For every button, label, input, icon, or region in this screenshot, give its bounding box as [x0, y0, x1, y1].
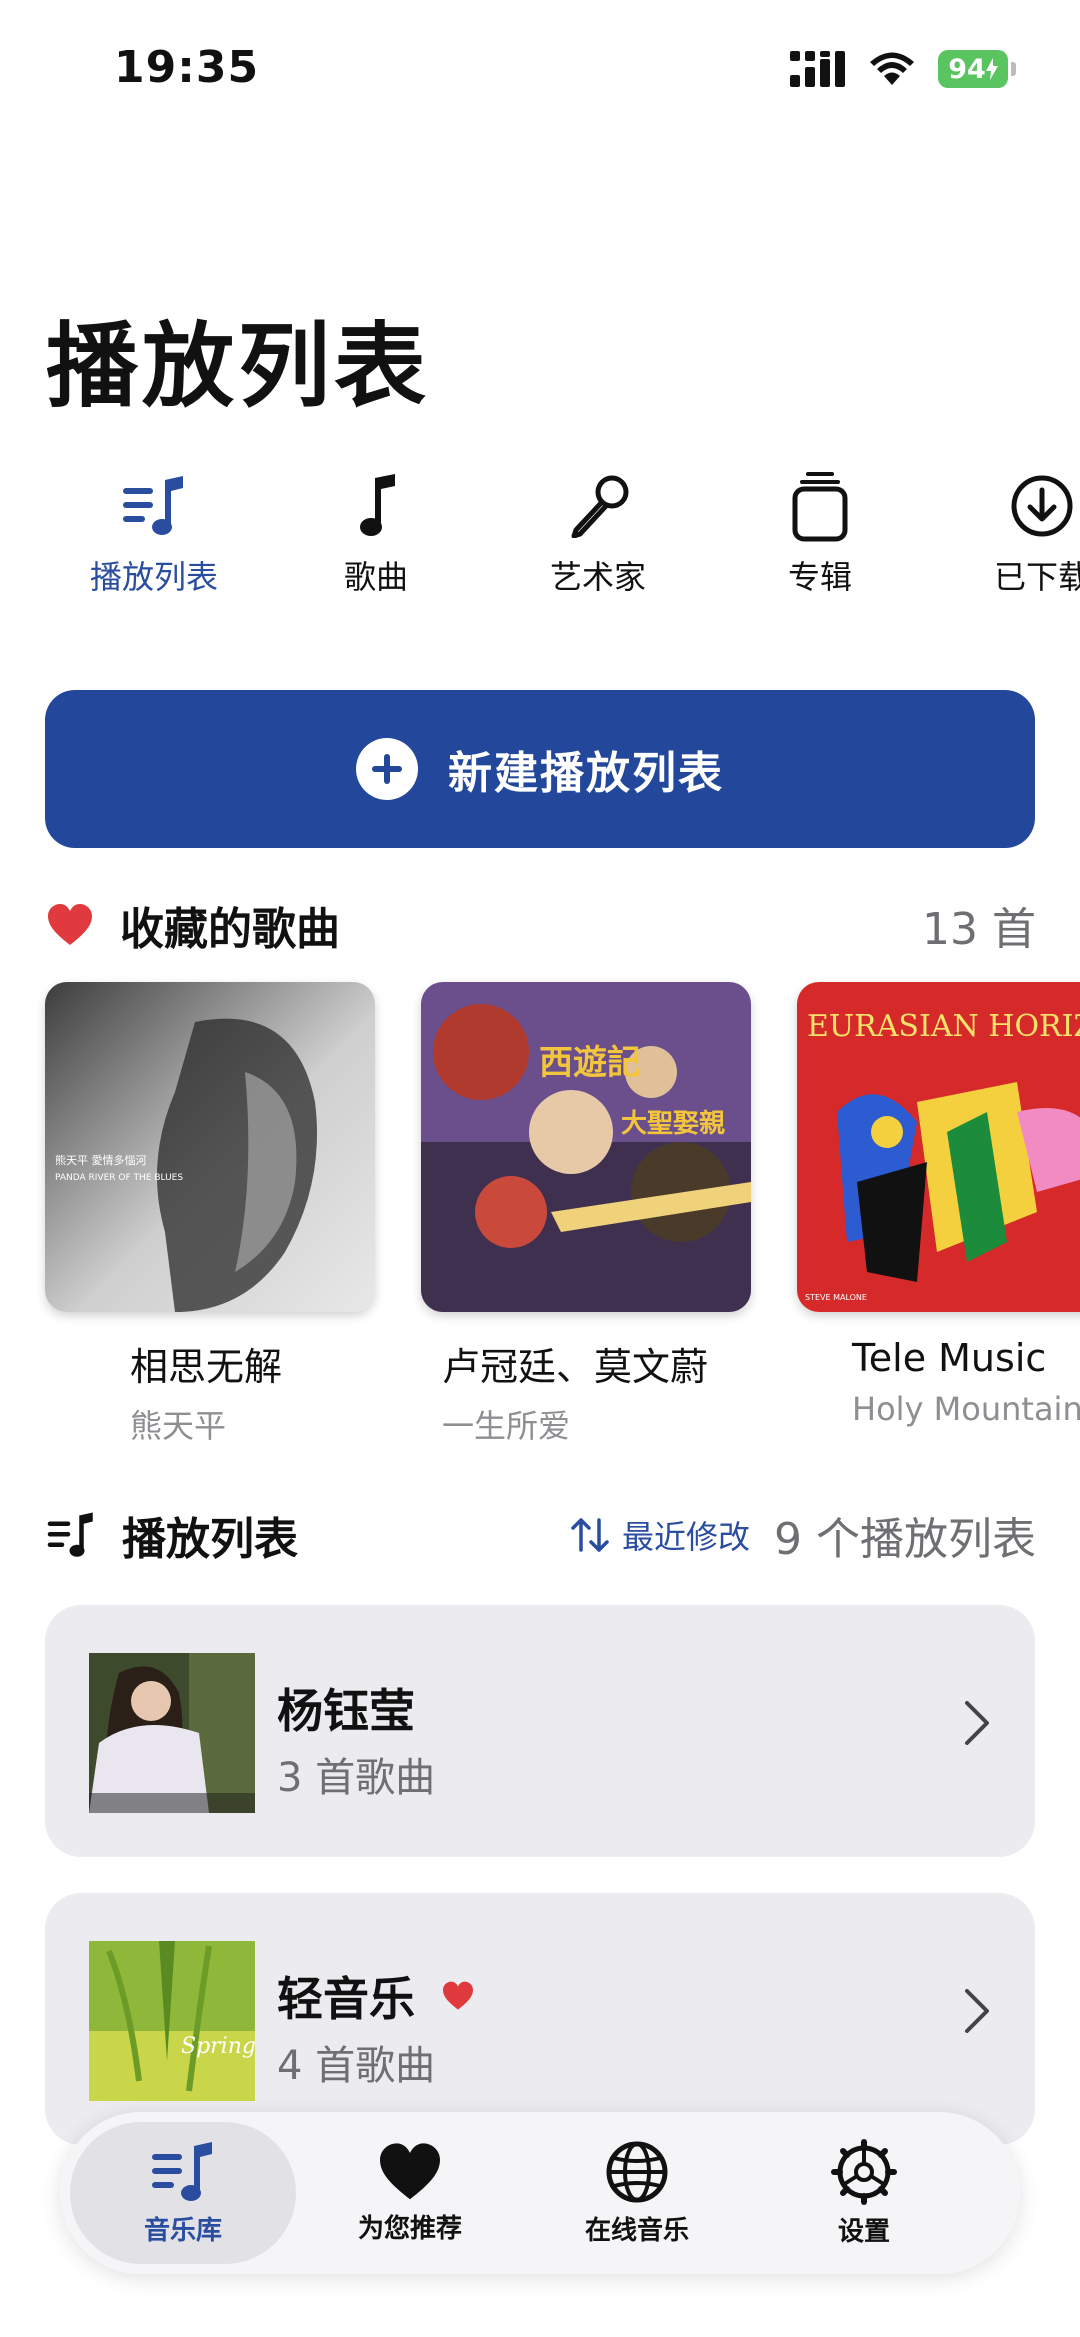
category-label: 专辑: [787, 558, 852, 596]
category-bar: 播放列表 歌曲 艺术家 专辑 已下载: [0, 470, 1080, 610]
battery-level: 94: [948, 53, 986, 85]
battery-icon: 94: [938, 50, 1016, 88]
chevron-right-icon: [965, 1701, 989, 1745]
favorite-heart-icon: [443, 1981, 473, 2010]
cover-text: PANDA RIVER OF THE BLUES: [55, 1173, 183, 1183]
cover-text: EURASIAN HORIZO: [807, 1009, 1080, 1044]
sort-icon: [571, 1518, 609, 1552]
playlists-count: 9 个播放列表: [774, 1514, 1036, 1565]
cover-text: 西遊記: [539, 1043, 641, 1083]
favorites-header[interactable]: 收藏的歌曲 13 首: [46, 890, 1036, 960]
playlist-cover: Spring: [89, 1941, 255, 2101]
album-title: Tele Music: [852, 1336, 1047, 1380]
status-icons: 94: [790, 50, 1016, 88]
download-icon: [1011, 475, 1073, 537]
album-cover: 西遊記 大聖娶親: [421, 982, 751, 1312]
wifi-icon: [870, 52, 914, 85]
cover-text: 大聖娶親: [621, 1109, 725, 1139]
playlist-name: 轻音乐: [277, 1963, 475, 2029]
favorite-album-card[interactable]: 熊天平 愛情多惱河 PANDA RIVER OF THE BLUES 相思无解 …: [45, 982, 379, 1447]
album-subtitle: 熊天平: [130, 1407, 227, 1445]
playlists-title: 播放列表: [122, 1514, 298, 1565]
status-time: 19:35: [114, 42, 260, 93]
playlist-name: 杨钰莹: [277, 1684, 415, 1738]
category-downloaded[interactable]: 已下载: [942, 470, 1080, 598]
tab-label: 为您推荐: [357, 2213, 462, 2244]
playlist-icon: [123, 476, 183, 535]
album-cover: EURASIAN HORIZO STEVE MALONE: [797, 982, 1080, 1312]
category-label: 艺术家: [549, 558, 646, 596]
cover-text: STEVE MALONE: [805, 1293, 867, 1302]
album-title: 相思无解: [130, 1345, 283, 1389]
category-label: 播放列表: [89, 558, 218, 596]
tab-label: 在线音乐: [584, 2215, 689, 2246]
playlist-icon: [47, 1512, 93, 1557]
playlist-row[interactable]: Spring 轻音乐 4 首歌曲: [45, 1893, 1035, 2145]
plus-icon: [356, 738, 418, 800]
category-artists[interactable]: 艺术家: [498, 470, 698, 598]
playlist-song-count: 4 首歌曲: [277, 2043, 436, 2089]
tab-online-music[interactable]: 在线音乐: [524, 2122, 750, 2264]
heart-icon: [380, 2142, 440, 2199]
library-icon: [152, 2141, 212, 2201]
new-playlist-label: 新建播放列表: [448, 748, 724, 799]
album-subtitle: 一生所爱: [442, 1407, 571, 1445]
album-title: 卢冠廷、莫文蔚: [442, 1345, 709, 1389]
category-playlists[interactable]: 播放列表: [54, 470, 254, 598]
globe-icon: [606, 2141, 668, 2202]
tab-library[interactable]: 音乐库: [70, 2122, 296, 2264]
music-note-icon: [360, 474, 395, 536]
tab-recommended[interactable]: 为您推荐: [297, 2122, 523, 2264]
cover-text: 熊天平 愛情多惱河: [55, 1153, 147, 1167]
tab-label: 音乐库: [143, 2215, 222, 2246]
chevron-right-icon: [965, 1989, 989, 2033]
album-cover: 熊天平 愛情多惱河 PANDA RIVER OF THE BLUES: [45, 982, 375, 1312]
heart-icon: [48, 904, 92, 945]
playlists-header: 播放列表 最近修改 9 个播放列表: [46, 1500, 1036, 1570]
settings-icon: [831, 2138, 897, 2205]
new-playlist-button[interactable]: 新建播放列表: [45, 690, 1035, 848]
favorite-album-card[interactable]: EURASIAN HORIZO STEVE MALONE Tele Music …: [797, 982, 1080, 1428]
page-title: 播放列表: [46, 313, 431, 420]
screen: 19:35 94 播放列表 播放列表 歌曲 艺术家 专辑 已下载 新建播放列表 …: [0, 0, 1080, 2337]
cover-text: Spring: [181, 2034, 255, 2059]
sort-button[interactable]: 最近修改: [570, 1512, 750, 1558]
favorites-count: 13 首: [922, 904, 1036, 955]
microphone-icon: [571, 475, 629, 538]
playlist-row[interactable]: 杨钰莹 3 首歌曲: [45, 1605, 1035, 1857]
signal-icon: [790, 51, 845, 87]
favorite-album-card[interactable]: 西遊記 大聖娶親 卢冠廷、莫文蔚 一生所爱: [421, 982, 755, 1447]
tab-bar: 音乐库 为您推荐 在线音乐 设置: [60, 2112, 1020, 2274]
playlist-song-count: 3 首歌曲: [277, 1755, 436, 1801]
album-stack-icon: [792, 472, 848, 542]
tab-settings[interactable]: 设置: [751, 2122, 977, 2264]
favorites-title: 收藏的歌曲: [120, 904, 340, 955]
playlist-cover: [89, 1653, 255, 1813]
category-albums[interactable]: 专辑: [720, 470, 920, 598]
tab-label: 设置: [837, 2216, 890, 2247]
category-songs[interactable]: 歌曲: [276, 470, 476, 598]
sort-label: 最近修改: [622, 1518, 751, 1556]
category-label: 歌曲: [343, 558, 408, 596]
charging-bolt-icon: [985, 58, 998, 80]
category-label: 已下载: [993, 558, 1080, 596]
album-subtitle: Holy Mountain: [852, 1390, 1080, 1428]
